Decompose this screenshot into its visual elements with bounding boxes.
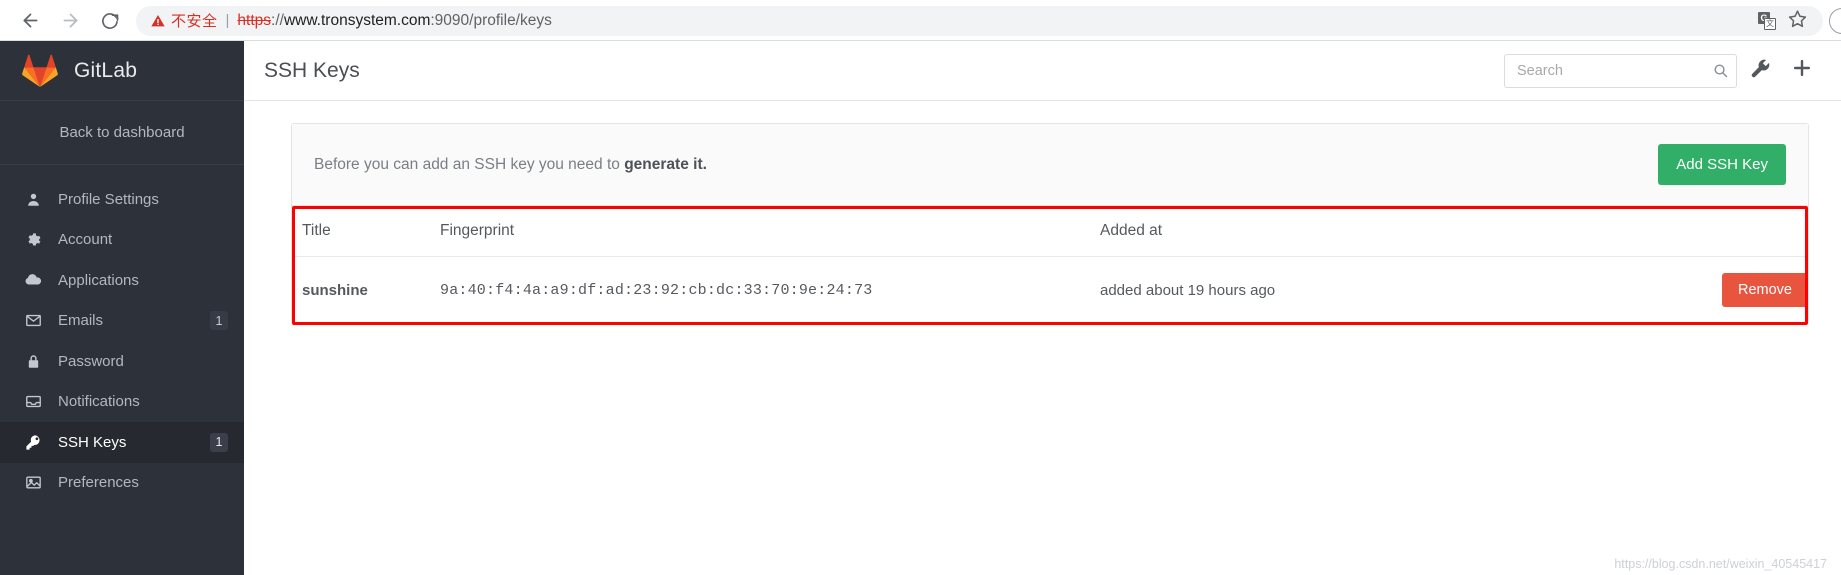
generate-it-link[interactable]: generate it. [624,156,707,173]
wrench-icon [1750,58,1771,84]
sidebar-item-notifications[interactable]: Notifications [0,382,244,423]
inbox-icon [22,393,44,410]
browser-toolbar: 不安全 | https://www.tronsystem.com:9090/pr… [0,0,1841,41]
back-to-dashboard-link[interactable]: Back to dashboard [0,101,244,165]
ssh-keys-table: Title Fingerprint Added at sunshine 9a:4… [292,206,1808,323]
back-to-dashboard-label: Back to dashboard [59,124,185,141]
warning-triangle-icon [151,14,165,26]
gear-icon [22,232,44,248]
search-input[interactable] [1504,53,1737,88]
sidebar-item-applications[interactable]: Applications [0,260,244,301]
sidebar-item-label: Profile Settings [58,190,159,208]
column-header-fingerprint: Fingerprint [440,206,1100,257]
arrow-right-icon [60,10,81,31]
app-root: GitLab Back to dashboard Profile Setting… [0,41,1841,575]
bookmark-button[interactable] [1783,7,1811,35]
cell-fingerprint: 9a:40:f4:4a:a9:df:ad:23:92:cb:dc:33:70:9… [440,281,873,299]
sidebar-item-label: Preferences [58,474,139,492]
url-host: www.tronsystem.com [283,11,431,29]
search-box[interactable] [1504,53,1737,88]
column-header-title: Title [292,206,440,257]
security-warning-label: 不安全 [171,13,218,30]
sidebar-item-label: Password [58,352,124,370]
sidebar-item-badge: 1 [210,432,228,452]
remove-key-button[interactable]: Remove [1722,273,1808,307]
image-icon [22,474,44,491]
brand-header[interactable]: GitLab [0,41,244,101]
sidebar: GitLab Back to dashboard Profile Setting… [0,41,244,575]
cloud-icon [22,271,44,289]
generate-key-notice: Before you can add an SSH key you need t… [292,124,1808,206]
add-ssh-key-button[interactable]: Add SSH Key [1658,144,1786,185]
cell-title: sunshine [302,281,368,299]
omnibox-icons: G 文 [1753,7,1811,35]
sidebar-item-label: Notifications [58,393,140,411]
table-head: Title Fingerprint Added at [292,206,1808,257]
envelope-icon [22,312,44,329]
watermark-text: https://blog.csdn.net/weixin_40545417 [1614,557,1827,571]
sidebar-item-account[interactable]: Account [0,220,244,261]
reload-button[interactable] [92,3,128,39]
sidebar-item-label: Account [58,231,113,249]
cell-added-at: added about 19 hours ago [1100,281,1276,299]
sidebar-item-ssh-keys[interactable]: SSH Keys 1 [0,422,244,463]
notice-text: Before you can add an SSH key you need t… [314,156,1658,174]
sidebar-item-label: SSH Keys [58,433,127,451]
column-header-actions [1480,206,1808,257]
notice-text-prefix: Before you can add an SSH key you need t… [314,155,625,173]
translate-button[interactable]: G 文 [1753,7,1781,35]
key-icon [22,434,44,451]
table-body: sunshine 9a:40:f4:4a:a9:df:ad:23:92:cb:d… [292,257,1808,324]
sidebar-item-preferences[interactable]: Preferences [0,463,244,504]
reload-icon [100,11,120,31]
ssh-keys-table-wrap: Title Fingerprint Added at sunshine 9a:4… [292,206,1808,325]
sidebar-item-label: Emails [58,312,104,330]
content-header: SSH Keys [244,41,1841,101]
settings-wrench-button[interactable] [1741,52,1779,90]
sidebar-nav: Profile Settings Account Applications Em… [0,165,244,503]
table-row: sunshine 9a:40:f4:4a:a9:df:ad:23:92:cb:d… [292,257,1808,324]
sidebar-item-badge: 1 [210,311,228,331]
translate-icon-sub: 文 [1764,17,1776,30]
url-path: :9090/profile/keys [430,11,552,29]
main-content: SSH Keys Search Before you can add an SS… [244,41,1841,575]
sidebar-item-password[interactable]: Password [0,341,244,382]
plus-icon [1791,57,1813,84]
url-scheme: https [237,11,272,29]
back-button[interactable] [12,3,48,39]
gitlab-tanuki-logo [22,54,58,88]
sidebar-item-label: Applications [58,271,139,289]
star-icon [1788,9,1807,33]
new-item-button[interactable] [1783,52,1821,90]
address-bar[interactable]: 不安全 | https://www.tronsystem.com:9090/pr… [136,5,1823,36]
column-header-added-at: Added at [1100,206,1480,257]
address-divider: | [225,12,230,29]
security-warning[interactable]: 不安全 [150,10,218,31]
translate-icon: G 文 [1758,11,1776,30]
account-circle-icon[interactable] [1829,8,1841,34]
lock-icon [22,354,44,369]
user-icon [22,192,44,207]
content-body: Before you can add an SSH key you need t… [244,101,1841,575]
table-header-row: Title Fingerprint Added at [292,206,1808,257]
url-separator: :// [271,11,284,29]
brand-name: GitLab [74,58,138,82]
arrow-left-icon [20,10,41,31]
sidebar-item-emails[interactable]: Emails 1 [0,301,244,342]
browser-nav-buttons [12,3,128,39]
cell-actions: Remove [1480,257,1808,324]
ssh-keys-panel: Before you can add an SSH key you need t… [291,123,1809,325]
page-title: SSH Keys [264,58,360,82]
sidebar-item-profile-settings[interactable]: Profile Settings [0,179,244,220]
forward-button[interactable] [52,3,88,39]
url-text: https://www.tronsystem.com:9090/profile/… [237,12,1809,30]
